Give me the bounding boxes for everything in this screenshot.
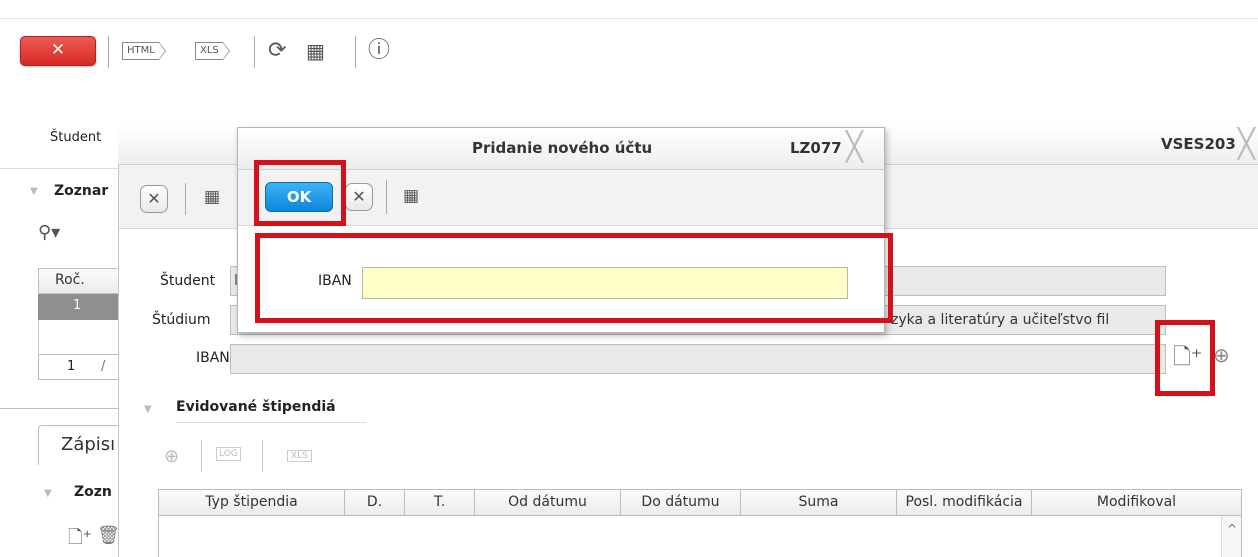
table-scrollbar[interactable]: ^ [1221,516,1241,557]
xls-export-icon[interactable]: XLS [287,450,312,462]
mid-window-close-icon[interactable]: ╳ [1238,127,1255,160]
collapse-triangle-icon[interactable]: ▼ [30,186,38,197]
toolbar-separator [185,183,186,215]
trash-icon[interactable]: 🗑 [97,525,120,546]
dialog-close-icon[interactable]: ╳ [846,130,863,163]
log-icon[interactable]: LOG [216,447,241,461]
info-icon[interactable]: ⓘ [368,40,390,62]
back-table-empty [38,320,120,354]
scholarships-section-title: Evidované štipendiá [176,399,336,415]
collapse-triangle-icon[interactable]: ▼ [44,488,52,499]
col-header[interactable]: Suma [741,490,897,515]
col-header[interactable]: Od dátumu [475,490,621,515]
run-action-icon[interactable]: ⚲▾ [38,222,60,243]
dialog-code: LZ077 [790,139,842,157]
divider [0,408,120,409]
col-header[interactable]: Posl. modifikácia [897,490,1032,515]
scholarships-table-body: ^ [158,516,1242,557]
mid-iban-field [230,344,1166,374]
collapse-triangle-icon[interactable]: ▼ [144,404,152,415]
pager-separator: / [101,359,106,374]
new-document-icon[interactable]: 🗋⁺ [68,525,92,555]
section-underline [176,422,366,423]
toolbar-separator [386,180,387,214]
toolbar-separator [262,440,263,472]
col-header[interactable]: Do dátumu [621,490,741,515]
toolbar-separator [201,440,202,472]
tab-zapis-label: Zápisı [61,434,116,455]
dialog-title: Pridanie nového účtu [472,139,653,157]
dialog-cancel-button[interactable]: ✕ [345,183,373,211]
export-html-button[interactable]: HTML [122,42,166,60]
mid-iban-label: IBAN [196,350,230,366]
divider [0,168,120,169]
export-xls-button[interactable]: XLS [195,42,230,60]
grid-icon[interactable]: ▦ [306,40,325,62]
back-pager[interactable]: 1 / [38,354,120,380]
back-row-value: 1 [73,298,82,313]
back-col-header: Roč. [55,272,85,288]
back-section-label: Zoznar [54,183,109,199]
grid-icon[interactable]: ▦ [403,186,419,206]
mid-student-label: Študent [160,273,216,289]
tab-zapis[interactable]: Zápisı [38,425,124,465]
toolbar-separator [108,36,109,68]
highlight-iban-input [255,233,893,323]
highlight-ok-button [254,160,346,226]
toolbar-separator [254,36,255,68]
zoom-icon[interactable]: ⊕ [164,446,179,467]
highlight-add-account-icon [1155,320,1215,396]
scroll-up-icon[interactable]: ^ [1227,522,1237,536]
col-header[interactable]: Typ štipendia [159,490,345,515]
grid-icon[interactable]: ▦ [204,187,220,207]
back-table-row-selected[interactable]: 1 [38,294,120,320]
mid-window-title: VSES203 [1161,135,1236,153]
top-divider [0,18,1258,19]
pager-page: 1 [67,359,76,374]
col-header[interactable]: Modifikoval [1032,490,1241,515]
scholarships-table-header: Typ štipendia D. T. Od dátumu Do dátumu … [158,489,1242,516]
refresh-icon[interactable]: ⟳ [268,40,286,62]
back-table-header: Roč. [38,268,120,294]
col-header[interactable]: T. [405,490,475,515]
toolbar-separator [355,36,356,68]
close-button[interactable]: ✕ [20,36,96,66]
mid-study-value: zyka a literatúry a učiteľstvo fil [891,312,1110,328]
back-subsection-label: Zozn [74,484,112,500]
col-header[interactable]: D. [345,490,405,515]
back-student-label: Študent [50,130,102,145]
zoom-icon[interactable]: ⊕ [1213,343,1230,367]
mid-study-label: Štúdium [152,312,211,328]
cancel-button[interactable]: ✕ [140,185,168,213]
